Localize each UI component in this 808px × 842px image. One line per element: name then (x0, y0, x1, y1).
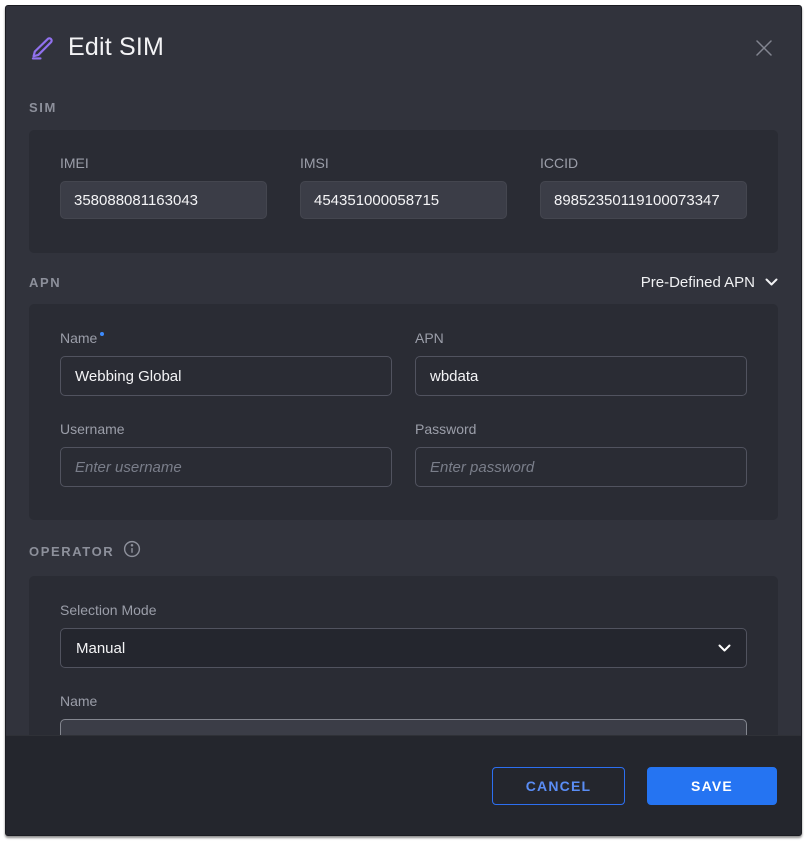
sim-card: IMEI IMSI ICCID (29, 130, 778, 253)
selection-mode-select[interactable]: Manual (60, 628, 747, 668)
chevron-down-icon (718, 640, 731, 657)
selection-mode-label: Selection Mode (60, 602, 747, 619)
sim-section-label: SIM (29, 100, 57, 115)
apn-name-label: Name (60, 330, 392, 347)
apn-section-label: APN (29, 275, 61, 290)
modal-body: Edit SIM SIM IMEI IMSI ICCID (6, 6, 801, 835)
predefined-apn-label: Pre-Defined APN (641, 274, 755, 291)
username-input[interactable] (60, 447, 392, 487)
apn-card: Name APN Username Password (29, 304, 778, 520)
password-label: Password (415, 421, 747, 438)
imei-label: IMEI (60, 155, 267, 172)
imsi-label: IMSI (300, 155, 507, 172)
chevron-down-icon (765, 274, 778, 291)
iccid-label: ICCID (540, 155, 747, 172)
required-dot (100, 332, 104, 336)
selection-mode-value: Manual (76, 640, 125, 657)
username-field-group: Username (60, 421, 392, 487)
iccid-field-group: ICCID (540, 155, 747, 219)
modal-header: Edit SIM (29, 6, 778, 62)
modal-footer: CANCEL SAVE (6, 735, 801, 835)
apn-field-group: APN (415, 330, 747, 396)
apn-name-field-group: Name (60, 330, 392, 396)
selection-mode-field-group: Selection Mode Manual (60, 602, 747, 668)
edit-pencil-icon (29, 35, 55, 61)
apn-label: APN (415, 330, 747, 347)
cancel-button[interactable]: CANCEL (492, 767, 625, 805)
operator-section-header: OPERATOR (29, 540, 778, 563)
apn-name-input[interactable] (60, 356, 392, 396)
info-icon[interactable] (123, 540, 141, 563)
iccid-input[interactable] (540, 181, 747, 219)
modal-title: Edit SIM (68, 33, 164, 62)
close-icon[interactable] (752, 36, 776, 60)
imsi-field-group: IMSI (300, 155, 507, 219)
operator-name-label: Name (60, 693, 747, 710)
imei-input[interactable] (60, 181, 267, 219)
apn-section-header: APN Pre-Defined APN (29, 274, 778, 291)
username-label: Username (60, 421, 392, 438)
save-button[interactable]: SAVE (647, 767, 777, 805)
sim-section-header: SIM (29, 99, 778, 117)
imei-field-group: IMEI (60, 155, 267, 219)
apn-input[interactable] (415, 356, 747, 396)
edit-sim-modal: Edit SIM SIM IMEI IMSI ICCID (5, 5, 802, 836)
password-field-group: Password (415, 421, 747, 487)
imsi-input[interactable] (300, 181, 507, 219)
operator-section-label: OPERATOR (29, 544, 114, 559)
password-input[interactable] (415, 447, 747, 487)
predefined-apn-dropdown[interactable]: Pre-Defined APN (641, 274, 778, 291)
